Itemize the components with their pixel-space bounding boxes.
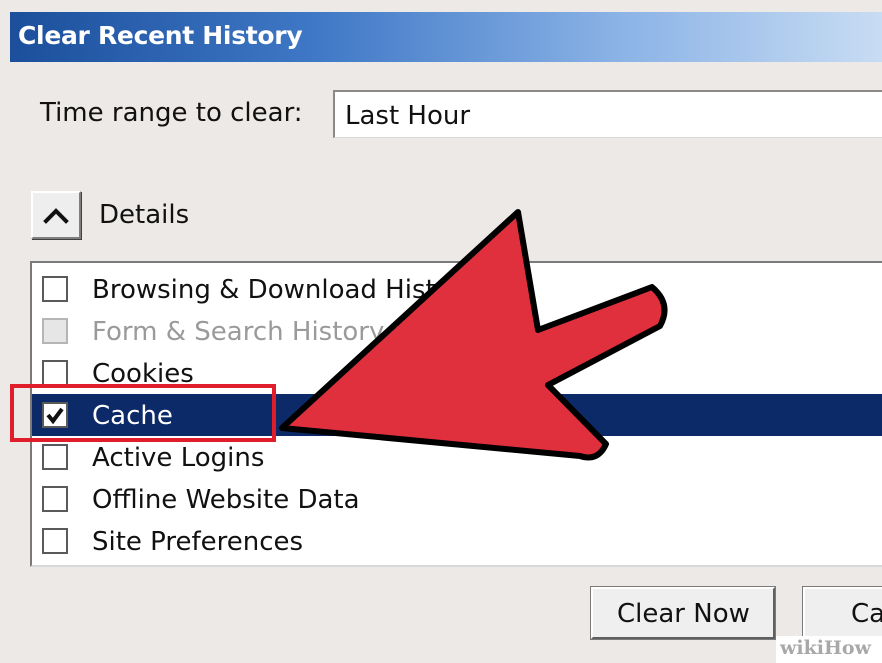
clear-now-label: Clear Now <box>617 599 750 629</box>
details-toggle-button[interactable] <box>31 191 81 239</box>
clear-now-button[interactable]: Clear Now <box>591 587 775 639</box>
checkbox[interactable] <box>42 444 68 470</box>
time-range-select[interactable]: Last Hour <box>333 90 882 138</box>
checkbox[interactable] <box>42 360 68 386</box>
time-range-value: Last Hour <box>345 101 471 131</box>
cancel-button[interactable]: Ca <box>803 587 882 639</box>
chevron-up-icon <box>43 208 69 224</box>
details-label: Details <box>99 200 190 230</box>
cache-highlight-box <box>10 384 276 442</box>
checkbox[interactable] <box>42 528 68 554</box>
list-item-label: Form & Search History <box>92 317 385 347</box>
list-item-label: Browsing & Download Hist <box>92 275 436 305</box>
watermark: wikiHow <box>776 636 882 663</box>
checkbox <box>42 318 68 344</box>
title-bar: Clear Recent History <box>10 12 882 62</box>
list-item-label: Active Logins <box>92 443 265 473</box>
list-item-offline-website-data[interactable]: Offline Website Data <box>32 478 882 520</box>
dialog-title: Clear Recent History <box>18 21 303 50</box>
clear-history-dialog: Clear Recent History Time range to clear… <box>0 0 882 663</box>
list-item-label: Offline Website Data <box>92 485 360 515</box>
time-range-label: Time range to clear: <box>40 98 303 128</box>
watermark-text: wikiHow <box>780 637 871 659</box>
list-item-active-logins[interactable]: Active Logins <box>32 436 882 478</box>
list-item-form-search-history: Form & Search History <box>32 310 882 352</box>
list-item-browsing-history[interactable]: Browsing & Download Hist <box>32 268 882 310</box>
checkbox[interactable] <box>42 276 68 302</box>
list-item-site-preferences[interactable]: Site Preferences <box>32 520 882 562</box>
checkbox[interactable] <box>42 486 68 512</box>
cancel-label: Ca <box>851 599 882 629</box>
list-item-label: Site Preferences <box>92 527 304 557</box>
